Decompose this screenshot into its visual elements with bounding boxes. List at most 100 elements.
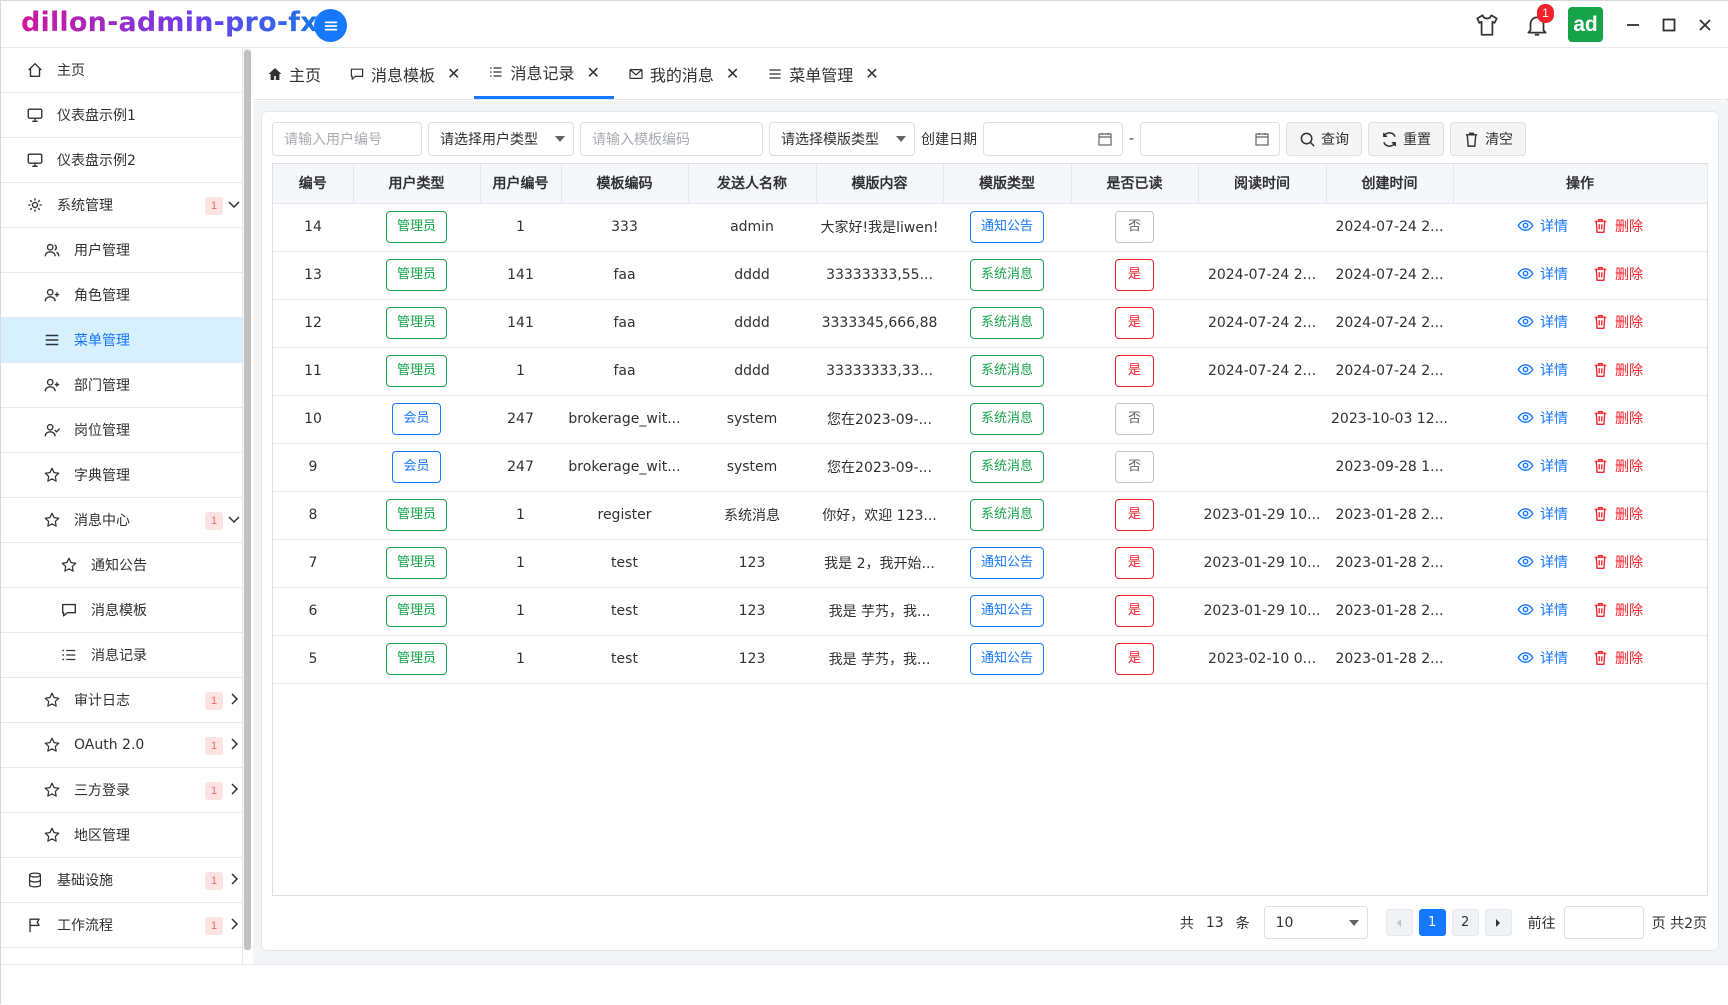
sidebar-item[interactable]: 部门管理 bbox=[1, 363, 242, 408]
avatar[interactable]: ad bbox=[1568, 7, 1603, 42]
column-header[interactable]: 模板编码 bbox=[561, 164, 689, 204]
sidebar-item[interactable]: 基础设施 1 bbox=[1, 858, 242, 903]
table-row[interactable]: 10 会员 247 brokerage_wit... system 您在2023-09-.… bbox=[273, 395, 1707, 444]
column-header[interactable]: 用户编号 bbox=[480, 164, 562, 204]
sidebar-toggle-button[interactable] bbox=[314, 9, 347, 42]
template-type-select[interactable]: 请选择模版类型 bbox=[769, 122, 915, 156]
sidebar-item[interactable]: 字典管理 bbox=[1, 453, 242, 498]
page-size-select[interactable]: 10 bbox=[1263, 906, 1368, 939]
reset-button[interactable]: 重置 bbox=[1368, 122, 1445, 156]
sidebar-item[interactable]: 用户管理 bbox=[1, 228, 242, 273]
view-detail-button[interactable]: 详情 bbox=[1517, 216, 1568, 236]
theme-button[interactable] bbox=[1462, 1, 1512, 48]
view-detail-button[interactable]: 详情 bbox=[1517, 408, 1568, 428]
table-row[interactable]: 12 管理员 141 faa dddd 3333345,666,88 系统消息 是 2024-0… bbox=[273, 299, 1707, 348]
delete-button[interactable]: 删除 bbox=[1592, 360, 1643, 380]
sidebar-item[interactable]: 地区管理 bbox=[1, 813, 242, 858]
notification-button[interactable]: 1 bbox=[1512, 1, 1562, 48]
column-header[interactable]: 创建时间 bbox=[1326, 164, 1454, 204]
delete-button[interactable]: 删除 bbox=[1592, 456, 1643, 476]
table-row[interactable]: 11 管理员 1 faa dddd 33333333,33... 系统消息 是 2024-07-… bbox=[273, 347, 1707, 396]
scrollbar-thumb[interactable] bbox=[244, 50, 251, 950]
sidebar-item[interactable]: 审计日志 1 bbox=[1, 678, 242, 723]
page-number-button[interactable]: 1 bbox=[1418, 909, 1446, 936]
view-detail-button[interactable]: 详情 bbox=[1517, 312, 1568, 332]
column-header[interactable]: 发送人名称 bbox=[688, 164, 817, 204]
monitor-icon bbox=[27, 108, 43, 122]
next-page-button[interactable] bbox=[1484, 909, 1512, 936]
close-window-button[interactable] bbox=[1687, 1, 1723, 48]
delete-button[interactable]: 删除 bbox=[1592, 216, 1643, 236]
table-row[interactable]: 7 管理员 1 test 123 我是 2，我开始... 通知公告 是 2023-01-29 1… bbox=[273, 539, 1707, 588]
tab[interactable]: 消息记录 ✕ bbox=[474, 48, 614, 99]
user-no-input[interactable]: 请输入用户编号 bbox=[272, 122, 422, 156]
minimize-button[interactable] bbox=[1615, 1, 1651, 48]
delete-button[interactable]: 删除 bbox=[1592, 600, 1643, 620]
tab[interactable]: 主页 bbox=[253, 48, 335, 99]
column-header[interactable]: 阅读时间 bbox=[1198, 164, 1327, 204]
tab-close-icon[interactable]: ✕ bbox=[586, 63, 599, 82]
table-row[interactable]: 9 会员 247 brokerage_wit... system 您在2023-09-..… bbox=[273, 443, 1707, 492]
column-header[interactable]: 是否已读 bbox=[1071, 164, 1199, 204]
delete-button[interactable]: 删除 bbox=[1592, 504, 1643, 524]
sidebar-item[interactable]: 仪表盘示例2 bbox=[1, 138, 242, 183]
cell-sender: 系统消息 bbox=[688, 491, 816, 540]
column-header[interactable]: 模版类型 bbox=[943, 164, 1072, 204]
view-detail-button[interactable]: 详情 bbox=[1517, 360, 1568, 380]
sidebar-item[interactable]: 菜单管理 bbox=[1, 318, 242, 363]
clear-button[interactable]: 清空 bbox=[1450, 122, 1527, 156]
tab-close-icon[interactable]: ✕ bbox=[447, 64, 460, 83]
start-date-picker[interactable] bbox=[983, 122, 1123, 156]
tab-close-icon[interactable]: ✕ bbox=[726, 64, 739, 83]
query-button[interactable]: 查询 bbox=[1286, 122, 1363, 156]
sidebar-item[interactable]: 三方登录 1 bbox=[1, 768, 242, 813]
sidebar-item[interactable]: 消息记录 bbox=[1, 633, 242, 678]
table-row[interactable]: 8 管理员 1 register 系统消息 你好，欢迎 123... 系统消息是 2023-0… bbox=[273, 491, 1707, 540]
tab[interactable]: 消息模板 ✕ bbox=[335, 48, 474, 99]
goto-page-input[interactable] bbox=[1563, 906, 1644, 939]
sidebar-badge: 1 bbox=[205, 872, 223, 890]
tab-close-icon[interactable]: ✕ bbox=[865, 64, 878, 83]
sidebar-item[interactable]: 工作流程 1 bbox=[1, 903, 242, 948]
sidebar-item[interactable]: 通知公告 bbox=[1, 543, 242, 588]
delete-button[interactable]: 删除 bbox=[1592, 312, 1643, 332]
sidebar-item-label: 字典管理 bbox=[74, 468, 130, 484]
page-number-button[interactable]: 2 bbox=[1451, 909, 1479, 936]
view-detail-button[interactable]: 详情 bbox=[1517, 264, 1568, 284]
prev-page-button[interactable] bbox=[1385, 909, 1413, 936]
table-row[interactable]: 6 管理员 1 test 123 我是 芋艿，我... 通知公告 是 2023-01-29 10… bbox=[273, 587, 1707, 636]
sidebar-item[interactable]: 消息模板 bbox=[1, 588, 242, 633]
delete-button[interactable]: 删除 bbox=[1592, 408, 1643, 428]
view-detail-button[interactable]: 详情 bbox=[1517, 456, 1568, 476]
sidebar-item[interactable]: 仪表盘示例1 bbox=[1, 93, 242, 138]
sidebar-item[interactable]: 消息中心 1 bbox=[1, 498, 242, 543]
view-detail-button[interactable]: 详情 bbox=[1517, 600, 1568, 620]
view-detail-button[interactable]: 详情 bbox=[1517, 552, 1568, 572]
cell-user-no: 1 bbox=[480, 203, 561, 252]
table-row[interactable]: 5 管理员 1 test 123 我是 芋艿，我... 通知公告 是 2023-02-10 0.… bbox=[273, 635, 1707, 684]
view-detail-button[interactable]: 详情 bbox=[1517, 504, 1568, 524]
sidebar-item[interactable]: OAuth 2.0 1 bbox=[1, 723, 242, 768]
end-date-picker[interactable] bbox=[1140, 122, 1281, 156]
table-row[interactable]: 13 管理员 141 faa dddd 33333333,55... 系统消息 是 2024-0… bbox=[273, 251, 1707, 300]
template-code-input[interactable]: 请输入模板编码 bbox=[580, 122, 763, 156]
delete-button[interactable]: 删除 bbox=[1592, 552, 1643, 572]
delete-button[interactable]: 删除 bbox=[1592, 264, 1643, 284]
delete-button[interactable]: 删除 bbox=[1592, 648, 1643, 668]
tab[interactable]: 我的消息 ✕ bbox=[614, 48, 753, 99]
view-detail-button[interactable]: 详情 bbox=[1517, 648, 1568, 668]
user-type-select[interactable]: 请选择用户类型 bbox=[428, 122, 574, 156]
maximize-button[interactable] bbox=[1651, 1, 1687, 48]
sidebar-item[interactable]: 岗位管理 bbox=[1, 408, 242, 453]
tab[interactable]: 菜单管理 ✕ bbox=[753, 48, 892, 99]
sidebar-item[interactable]: 角色管理 bbox=[1, 273, 242, 318]
sidebar-item[interactable]: 系统管理 1 bbox=[1, 183, 242, 228]
table-row[interactable]: 14 管理员 1 333 admin 大家好!我是liwen! 通知公告 否 2024-07-2… bbox=[273, 203, 1707, 252]
column-header[interactable]: 模版内容 bbox=[816, 164, 944, 204]
sidebar-scrollbar[interactable] bbox=[243, 48, 251, 950]
column-header[interactable]: 用户类型 bbox=[353, 164, 481, 204]
column-header[interactable]: 操作 bbox=[1453, 164, 1708, 204]
column-header[interactable]: 编号 bbox=[273, 164, 354, 204]
sidebar-item[interactable]: 主页 bbox=[1, 48, 242, 93]
user-type-tag: 管理员 bbox=[385, 211, 447, 243]
